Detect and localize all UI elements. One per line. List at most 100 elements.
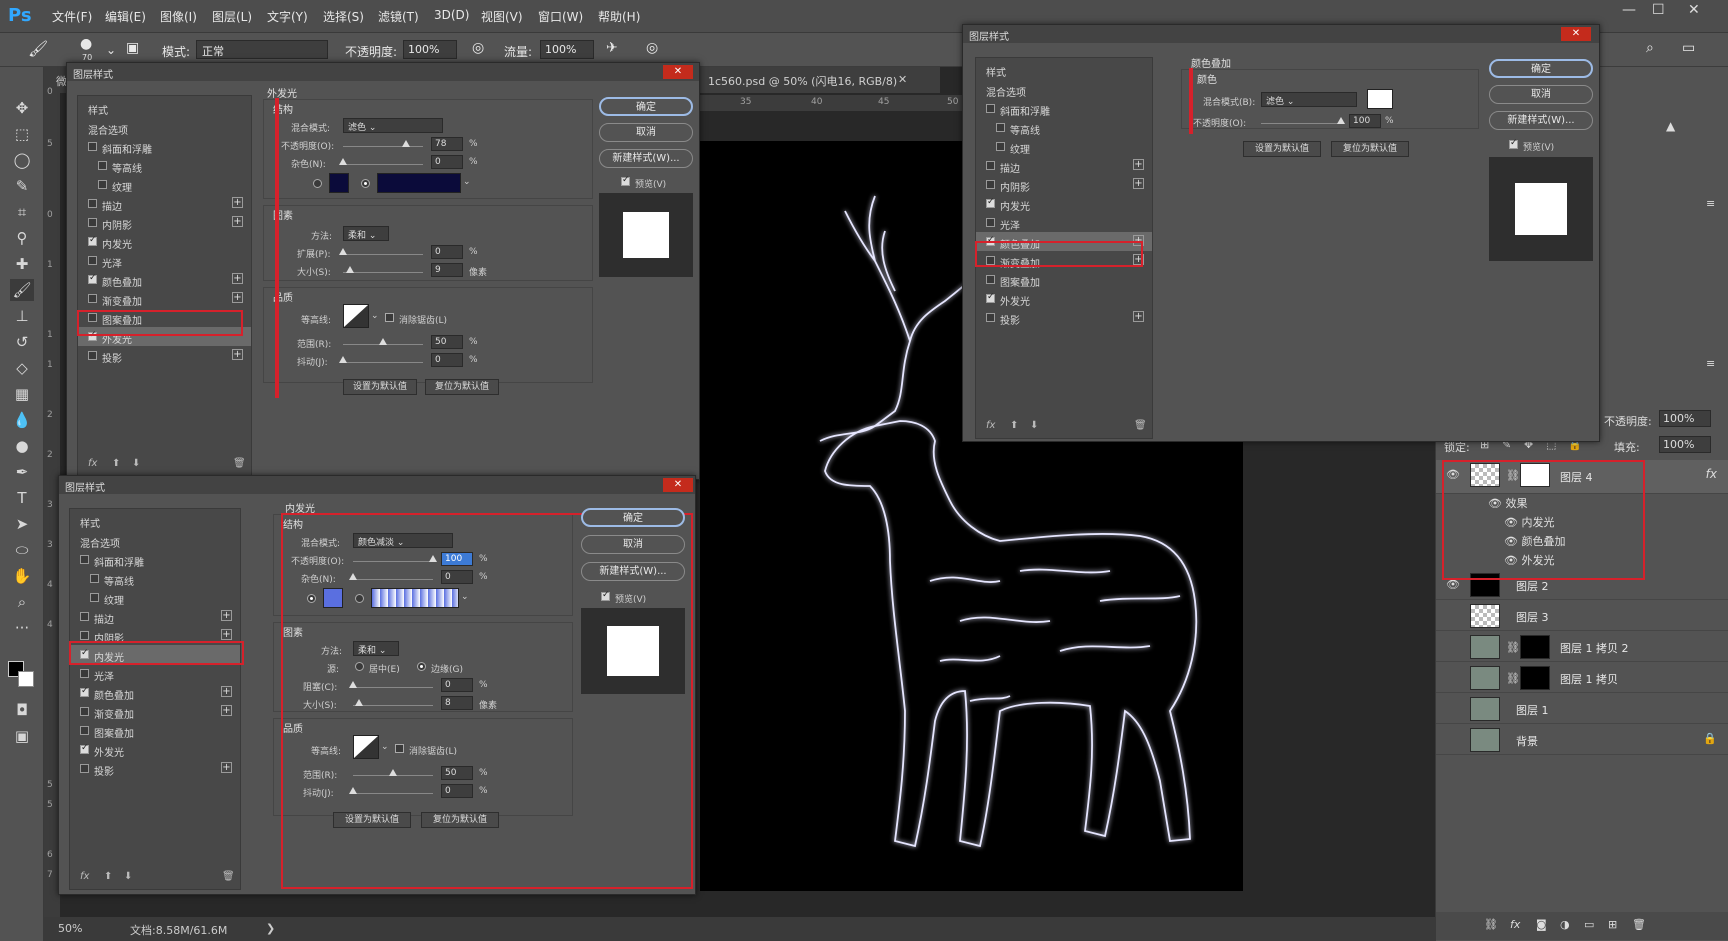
size-slider[interactable] — [343, 272, 423, 273]
minimize-icon[interactable]: — — [1622, 2, 1636, 18]
preview-checkbox[interactable] — [601, 590, 610, 601]
layer-name[interactable]: 图层 1 拷贝 — [1560, 671, 1618, 687]
stroke-item[interactable]: 描边 + — [70, 607, 240, 626]
effect-inner-glow[interactable]: 👁 内发光 — [1504, 514, 1554, 532]
zoom-tool-icon[interactable]: ⌕ — [10, 591, 34, 613]
layer-1-row[interactable]: 图层 1 — [1436, 694, 1728, 724]
move-up-icon[interactable]: ⬆ — [104, 871, 112, 882]
slider-thumb[interactable] — [346, 266, 354, 273]
opacity-input[interactable]: 100% — [403, 40, 457, 59]
healing-brush-icon[interactable]: ✚ — [10, 253, 34, 275]
pressure-opacity-icon[interactable]: ◎ — [472, 40, 484, 56]
layer-mask-thumbnail[interactable] — [1520, 635, 1550, 659]
slider-thumb[interactable] — [429, 555, 437, 562]
opacity-slider[interactable] — [1261, 123, 1341, 124]
gradient-overlay-item[interactable]: 渐变叠加 + — [70, 702, 240, 721]
drop-shadow-item[interactable]: 投影 + — [70, 759, 240, 778]
more-tools-icon[interactable]: ··· — [10, 617, 34, 639]
satin-item[interactable]: 光泽 — [976, 213, 1152, 232]
method-select[interactable]: 柔和 ⌄ — [343, 226, 389, 241]
satin-item[interactable]: 光泽 — [78, 251, 251, 270]
solid-color-radio[interactable] — [313, 179, 322, 188]
panel-menu-icon[interactable]: ≡ — [1706, 197, 1715, 210]
bevel-emboss-item[interactable]: 斜面和浮雕 — [70, 550, 240, 569]
gradient-radio[interactable] — [361, 179, 370, 188]
slider-thumb[interactable] — [349, 681, 357, 688]
jitter-input[interactable]: 0 — [431, 353, 463, 367]
reset-default-button[interactable]: 复位为默认值 — [1331, 141, 1409, 157]
brush-preset-icon[interactable]: ● — [80, 36, 92, 52]
eye-icon[interactable]: 👁 — [1504, 516, 1521, 529]
contour-item[interactable]: 等高线 — [78, 156, 251, 175]
jitter-slider[interactable] — [343, 362, 423, 363]
layer-1-copy-2-row[interactable]: ⛓ 图层 1 拷贝 2 — [1436, 632, 1728, 662]
range-input[interactable]: 50 — [431, 335, 463, 349]
source-center-radio[interactable] — [355, 662, 364, 671]
choke-input[interactable]: 0 — [441, 678, 473, 692]
add-mask-icon[interactable]: ◙ — [1536, 918, 1547, 931]
airbrush-icon[interactable]: ✈ — [606, 40, 618, 56]
adjustment-icon[interactable]: ◑ — [1560, 918, 1570, 931]
contour-picker[interactable] — [343, 304, 369, 328]
new-style-button[interactable]: 新建样式(W)... — [1489, 111, 1593, 130]
inner-shadow-item[interactable]: 内阴影 + — [976, 175, 1152, 194]
layer-name[interactable]: 背景 — [1516, 733, 1538, 749]
size-input[interactable]: 8 — [441, 696, 473, 710]
layer-3-row[interactable]: 图层 3 — [1436, 601, 1728, 631]
opacity-input[interactable]: 78 — [431, 137, 463, 151]
move-up-icon[interactable]: ⬆ — [1010, 420, 1018, 431]
slider-thumb[interactable] — [355, 699, 363, 706]
menu-3d[interactable]: 3D(D) — [434, 8, 469, 22]
history-brush-icon[interactable]: ↺ — [10, 331, 34, 353]
range-input[interactable]: 50 — [441, 766, 473, 780]
slider-thumb[interactable] — [389, 769, 397, 776]
layer-name[interactable]: 图层 3 — [1516, 609, 1549, 625]
group-icon[interactable]: ▭ — [1584, 918, 1594, 931]
color-overlay-item[interactable]: 颜色叠加+ — [976, 232, 1152, 251]
preview-checkbox[interactable] — [621, 175, 630, 186]
menu-help[interactable]: 帮助(H) — [598, 8, 640, 25]
fx-icon[interactable]: fx — [1706, 467, 1717, 481]
blend-options-item[interactable]: 混合选项 — [70, 531, 240, 550]
drop-shadow-item[interactable]: 投影 + — [976, 308, 1152, 327]
inner-glow-item[interactable]: 内发光 — [70, 645, 240, 664]
menu-filter[interactable]: 滤镜(T) — [378, 8, 419, 25]
close-icon[interactable]: ✕ — [1688, 2, 1700, 18]
move-down-icon[interactable]: ⬇ — [132, 458, 140, 469]
flow-input[interactable]: 100% — [540, 40, 594, 59]
blur-tool-icon[interactable]: 💧 — [10, 409, 34, 431]
choke-slider[interactable] — [353, 687, 433, 688]
new-layer-icon[interactable]: ⊞ — [1608, 918, 1617, 931]
eye-icon[interactable]: 👁 — [1504, 554, 1521, 567]
panel-menu-icon[interactable]: ≡ — [1706, 357, 1715, 370]
search-icon[interactable]: ⌕ — [1646, 40, 1654, 56]
brush-tool-icon[interactable]: 🖌 — [28, 39, 48, 58]
outer-glow-item[interactable]: 外发光 — [976, 289, 1152, 308]
fill-input[interactable]: 100% — [1659, 436, 1711, 453]
color-overlay-item[interactable]: 颜色叠加+ — [70, 683, 240, 702]
size-slider[interactable] — [353, 705, 433, 706]
close-icon[interactable]: ✕ — [663, 478, 693, 492]
effect-outer-glow[interactable]: 👁 外发光 — [1504, 552, 1554, 570]
ok-button[interactable]: 确定 — [1489, 59, 1593, 78]
antialias-checkbox[interactable] — [395, 744, 404, 753]
blend-mode-select[interactable]: 滤色 ⌄ — [1261, 92, 1357, 107]
jitter-slider[interactable] — [353, 793, 433, 794]
type-tool-icon[interactable]: T — [10, 487, 34, 509]
inner-shadow-item[interactable]: 内阴影 + — [70, 626, 240, 645]
outer-glow-item[interactable]: 外发光 — [70, 740, 240, 759]
reset-default-button[interactable]: 复位为默认值 — [421, 812, 499, 828]
layer-2-row[interactable]: 👁 图层 2 — [1436, 570, 1728, 600]
eraser-icon[interactable]: ◇ — [10, 357, 34, 379]
texture-item[interactable]: 纹理 — [976, 137, 1152, 156]
trash-icon[interactable]: 🗑 — [1134, 420, 1147, 431]
eye-icon[interactable]: 👁 — [1488, 497, 1505, 510]
outer-glow-item[interactable]: 外发光 — [78, 327, 251, 346]
trash-icon[interactable]: 🗑 — [233, 458, 246, 469]
marquee-tool-icon[interactable]: ⬚ — [10, 123, 34, 145]
link-layers-icon[interactable]: ⛓ — [1484, 918, 1498, 931]
layer-name[interactable]: 图层 2 — [1516, 578, 1549, 594]
gradient-swatch[interactable] — [371, 588, 459, 608]
cancel-button[interactable]: 取消 — [1489, 85, 1593, 104]
layer-name[interactable]: 图层 4 — [1560, 469, 1593, 485]
